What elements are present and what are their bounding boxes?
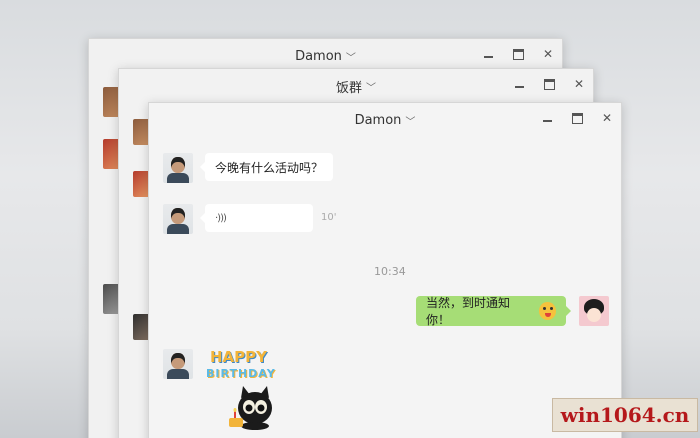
sticker-text-happy: HAPPY (210, 348, 268, 366)
close-icon[interactable]: ✕ (601, 111, 613, 125)
minimize-icon[interactable] (541, 112, 553, 124)
window-controls: ✕ (482, 47, 554, 61)
site-watermark: win1064.cn (552, 398, 698, 432)
window-title-text: Damon (354, 112, 402, 128)
voice-message-bubble[interactable]: ·))) (200, 204, 313, 232)
message-text: 今晚有什么活动吗？ (215, 160, 324, 175)
window-title-text: 饭群 (335, 80, 362, 96)
maximize-icon[interactable] (543, 78, 555, 90)
chevron-down-icon[interactable]: ﹀ (366, 79, 376, 94)
titlebar[interactable]: Damon ﹀ ✕ (149, 103, 621, 137)
message-timestamp: 10:34 (374, 265, 406, 278)
window-controls: ✕ (513, 77, 585, 91)
maximize-icon[interactable] (571, 112, 583, 124)
chevron-down-icon[interactable]: ﹀ (405, 113, 415, 128)
chevron-down-icon[interactable]: ﹀ (346, 49, 356, 64)
self-message-bubble[interactable]: 当然，到时通知你！ (416, 296, 571, 327)
wink-tongue-emoji-icon (538, 302, 556, 320)
window-title[interactable]: Damon ﹀ (355, 113, 416, 128)
close-icon[interactable]: ✕ (573, 77, 585, 91)
maximize-icon[interactable] (512, 48, 524, 60)
titlebar[interactable]: 饭群 ﹀ ✕ (119, 69, 593, 103)
window-title[interactable]: Damon ﹀ (295, 49, 356, 64)
contact-avatar[interactable] (163, 153, 193, 183)
minimize-icon[interactable] (482, 48, 494, 60)
black-cat-icon (229, 386, 272, 430)
birthday-sticker[interactable]: HAPPY BIRTHDAY (206, 348, 290, 438)
minimize-icon[interactable] (513, 78, 525, 90)
self-avatar[interactable] (579, 296, 609, 326)
contact-avatar[interactable] (163, 349, 193, 379)
message-bubble[interactable]: 今晚有什么活动吗？ (200, 153, 333, 181)
contact-avatar[interactable] (163, 204, 193, 234)
watermark-text: win1064.cn (560, 403, 690, 427)
message-text: 当然，到时通知你！ (426, 296, 511, 327)
close-icon[interactable]: ✕ (542, 47, 554, 61)
window-title[interactable]: 饭群 ﹀ (336, 77, 376, 96)
window-title-text: Damon (295, 48, 342, 64)
voice-duration: 10' (321, 212, 337, 223)
window-controls: ✕ (541, 111, 613, 125)
voice-wave-icon: ·))) (215, 212, 227, 224)
